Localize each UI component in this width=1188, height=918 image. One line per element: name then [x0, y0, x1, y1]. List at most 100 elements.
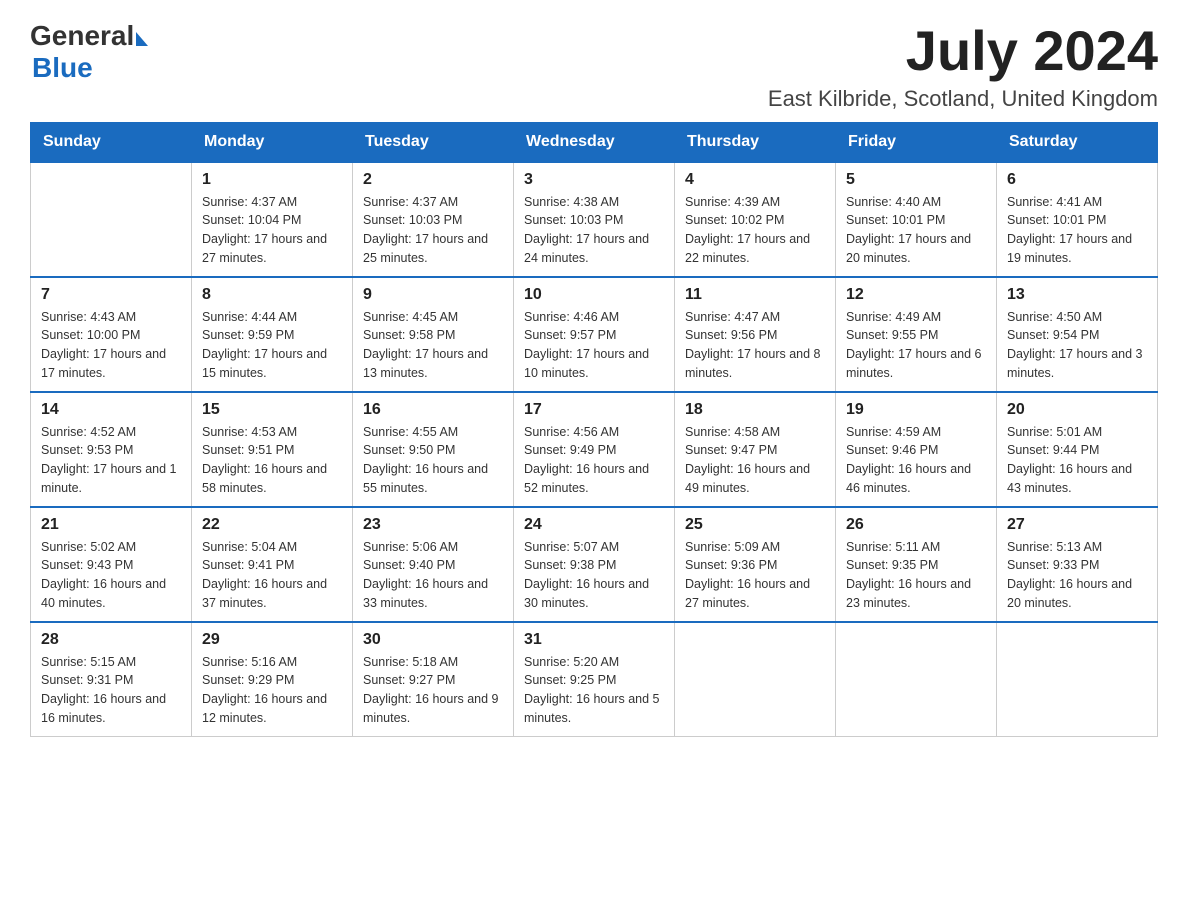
- calendar-cell: [31, 162, 192, 277]
- day-info: Sunrise: 5:09 AMSunset: 9:36 PMDaylight:…: [685, 538, 825, 613]
- day-number: 11: [685, 286, 825, 304]
- day-number: 22: [202, 516, 342, 534]
- day-info: Sunrise: 5:06 AMSunset: 9:40 PMDaylight:…: [363, 538, 503, 613]
- calendar-cell: 10 Sunrise: 4:46 AMSunset: 9:57 PMDayligh…: [514, 277, 675, 392]
- calendar-cell: 5 Sunrise: 4:40 AMSunset: 10:01 PMDayligh…: [836, 162, 997, 277]
- day-info: Sunrise: 5:16 AMSunset: 9:29 PMDaylight:…: [202, 653, 342, 728]
- day-number: 16: [363, 401, 503, 419]
- day-number: 27: [1007, 516, 1147, 534]
- calendar-cell: 3 Sunrise: 4:38 AMSunset: 10:03 PMDayligh…: [514, 162, 675, 277]
- day-info: Sunrise: 4:37 AMSunset: 10:03 PMDaylight…: [363, 193, 503, 268]
- calendar-cell: 31Sunrise: 5:20 AMSunset: 9:25 PMDayligh…: [514, 622, 675, 737]
- calendar-cell: [997, 622, 1158, 737]
- day-info: Sunrise: 4:59 AMSunset: 9:46 PMDaylight:…: [846, 423, 986, 498]
- calendar-cell: 8 Sunrise: 4:44 AMSunset: 9:59 PMDaylight…: [192, 277, 353, 392]
- day-number: 12: [846, 286, 986, 304]
- day-number: 9: [363, 286, 503, 304]
- day-info: Sunrise: 4:38 AMSunset: 10:03 PMDaylight…: [524, 193, 664, 268]
- calendar-cell: 29 Sunrise: 5:16 AMSunset: 9:29 PMDayligh…: [192, 622, 353, 737]
- calendar-cell: 11 Sunrise: 4:47 AMSunset: 9:56 PMDayligh…: [675, 277, 836, 392]
- calendar-cell: 25 Sunrise: 5:09 AMSunset: 9:36 PMDayligh…: [675, 507, 836, 622]
- day-info: Sunrise: 4:43 AMSunset: 10:00 PMDaylight…: [41, 308, 181, 383]
- day-number: 18: [685, 401, 825, 419]
- day-number: 19: [846, 401, 986, 419]
- day-info: Sunrise: 5:18 AMSunset: 9:27 PMDaylight:…: [363, 653, 503, 728]
- calendar-cell: 15 Sunrise: 4:53 AMSunset: 9:51 PMDayligh…: [192, 392, 353, 507]
- day-number: 25: [685, 516, 825, 534]
- calendar-cell: 23 Sunrise: 5:06 AMSunset: 9:40 PMDayligh…: [353, 507, 514, 622]
- day-info: Sunrise: 4:53 AMSunset: 9:51 PMDaylight:…: [202, 423, 342, 498]
- calendar-cell: 9 Sunrise: 4:45 AMSunset: 9:58 PMDaylight…: [353, 277, 514, 392]
- day-number: 29: [202, 631, 342, 649]
- calendar-week-row: 21 Sunrise: 5:02 AMSunset: 9:43 PMDayligh…: [31, 507, 1158, 622]
- calendar-cell: 14Sunrise: 4:52 AMSunset: 9:53 PMDayligh…: [31, 392, 192, 507]
- day-number: 6: [1007, 171, 1147, 189]
- day-info: Sunrise: 5:15 AMSunset: 9:31 PMDaylight:…: [41, 653, 181, 728]
- day-number: 5: [846, 171, 986, 189]
- logo-triangle-icon: [136, 32, 148, 46]
- day-info: Sunrise: 5:11 AMSunset: 9:35 PMDaylight:…: [846, 538, 986, 613]
- day-number: 30: [363, 631, 503, 649]
- header-thursday: Thursday: [675, 122, 836, 162]
- calendar-cell: 18Sunrise: 4:58 AMSunset: 9:47 PMDayligh…: [675, 392, 836, 507]
- day-info: Sunrise: 4:47 AMSunset: 9:56 PMDaylight:…: [685, 308, 825, 383]
- day-number: 2: [363, 171, 503, 189]
- calendar-cell: 19 Sunrise: 4:59 AMSunset: 9:46 PMDayligh…: [836, 392, 997, 507]
- calendar-table: SundayMondayTuesdayWednesdayThursdayFrid…: [30, 122, 1158, 737]
- calendar-week-row: 14Sunrise: 4:52 AMSunset: 9:53 PMDayligh…: [31, 392, 1158, 507]
- calendar-cell: 20Sunrise: 5:01 AMSunset: 9:44 PMDayligh…: [997, 392, 1158, 507]
- day-number: 7: [41, 286, 181, 304]
- calendar-cell: [836, 622, 997, 737]
- day-info: Sunrise: 4:50 AMSunset: 9:54 PMDaylight:…: [1007, 308, 1147, 383]
- day-info: Sunrise: 5:07 AMSunset: 9:38 PMDaylight:…: [524, 538, 664, 613]
- day-info: Sunrise: 4:41 AMSunset: 10:01 PMDaylight…: [1007, 193, 1147, 268]
- calendar-cell: [675, 622, 836, 737]
- day-number: 4: [685, 171, 825, 189]
- day-number: 14: [41, 401, 181, 419]
- day-info: Sunrise: 5:20 AMSunset: 9:25 PMDaylight:…: [524, 653, 664, 728]
- day-info: Sunrise: 5:02 AMSunset: 9:43 PMDaylight:…: [41, 538, 181, 613]
- header-saturday: Saturday: [997, 122, 1158, 162]
- calendar-cell: 27Sunrise: 5:13 AMSunset: 9:33 PMDayligh…: [997, 507, 1158, 622]
- day-info: Sunrise: 4:55 AMSunset: 9:50 PMDaylight:…: [363, 423, 503, 498]
- day-info: Sunrise: 4:46 AMSunset: 9:57 PMDaylight:…: [524, 308, 664, 383]
- day-number: 1: [202, 171, 342, 189]
- day-number: 8: [202, 286, 342, 304]
- calendar-week-row: 7 Sunrise: 4:43 AMSunset: 10:00 PMDayligh…: [31, 277, 1158, 392]
- logo-blue-text: Blue: [32, 52, 93, 83]
- calendar-cell: 26Sunrise: 5:11 AMSunset: 9:35 PMDayligh…: [836, 507, 997, 622]
- location-title: East Kilbride, Scotland, United Kingdom: [768, 86, 1158, 112]
- header-monday: Monday: [192, 122, 353, 162]
- header-sunday: Sunday: [31, 122, 192, 162]
- day-info: Sunrise: 4:45 AMSunset: 9:58 PMDaylight:…: [363, 308, 503, 383]
- calendar-cell: 12 Sunrise: 4:49 AMSunset: 9:55 PMDayligh…: [836, 277, 997, 392]
- calendar-header-row: SundayMondayTuesdayWednesdayThursdayFrid…: [31, 122, 1158, 162]
- day-number: 23: [363, 516, 503, 534]
- day-info: Sunrise: 4:39 AMSunset: 10:02 PMDaylight…: [685, 193, 825, 268]
- header-tuesday: Tuesday: [353, 122, 514, 162]
- calendar-cell: 21 Sunrise: 5:02 AMSunset: 9:43 PMDayligh…: [31, 507, 192, 622]
- month-title: July 2024: [768, 20, 1158, 82]
- day-info: Sunrise: 4:49 AMSunset: 9:55 PMDaylight:…: [846, 308, 986, 383]
- day-number: 20: [1007, 401, 1147, 419]
- day-number: 13: [1007, 286, 1147, 304]
- day-number: 17: [524, 401, 664, 419]
- calendar-cell: 17Sunrise: 4:56 AMSunset: 9:49 PMDayligh…: [514, 392, 675, 507]
- calendar-cell: 30 Sunrise: 5:18 AMSunset: 9:27 PMDayligh…: [353, 622, 514, 737]
- day-number: 21: [41, 516, 181, 534]
- calendar-cell: 22Sunrise: 5:04 AMSunset: 9:41 PMDayligh…: [192, 507, 353, 622]
- header-friday: Friday: [836, 122, 997, 162]
- calendar-cell: 13 Sunrise: 4:50 AMSunset: 9:54 PMDayligh…: [997, 277, 1158, 392]
- day-number: 15: [202, 401, 342, 419]
- calendar-cell: 1Sunrise: 4:37 AMSunset: 10:04 PMDayligh…: [192, 162, 353, 277]
- calendar-cell: 7 Sunrise: 4:43 AMSunset: 10:00 PMDayligh…: [31, 277, 192, 392]
- day-number: 3: [524, 171, 664, 189]
- day-info: Sunrise: 4:44 AMSunset: 9:59 PMDaylight:…: [202, 308, 342, 383]
- day-info: Sunrise: 4:40 AMSunset: 10:01 PMDaylight…: [846, 193, 986, 268]
- calendar-cell: 6 Sunrise: 4:41 AMSunset: 10:01 PMDayligh…: [997, 162, 1158, 277]
- header: General Blue July 2024 East Kilbride, Sc…: [30, 20, 1158, 112]
- day-number: 10: [524, 286, 664, 304]
- calendar-week-row: 1Sunrise: 4:37 AMSunset: 10:04 PMDayligh…: [31, 162, 1158, 277]
- calendar-cell: 24Sunrise: 5:07 AMSunset: 9:38 PMDayligh…: [514, 507, 675, 622]
- calendar-cell: 4 Sunrise: 4:39 AMSunset: 10:02 PMDayligh…: [675, 162, 836, 277]
